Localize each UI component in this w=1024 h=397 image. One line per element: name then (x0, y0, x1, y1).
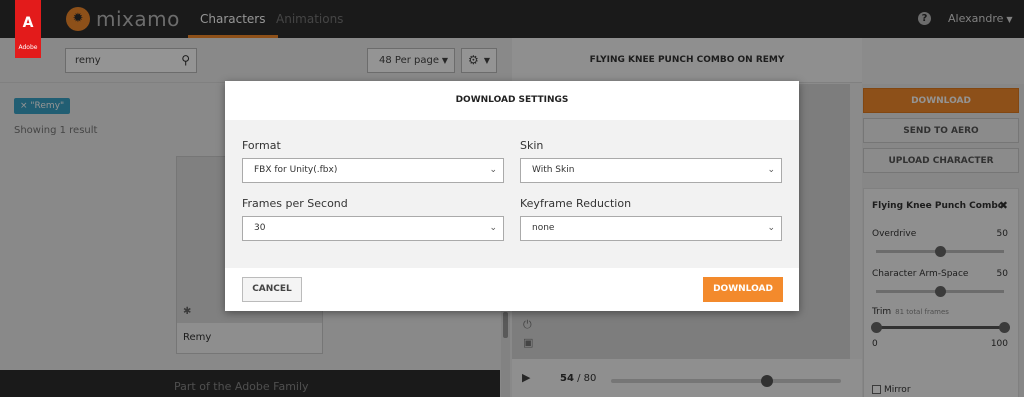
chevron-down-icon: ⌄ (767, 223, 775, 233)
adobe-logo[interactable]: A Adobe (15, 0, 41, 58)
format-label: Format (242, 139, 281, 152)
fps-value: 30 (254, 223, 266, 233)
chevron-down-icon: ⌄ (489, 165, 497, 175)
skin-value: With Skin (532, 165, 575, 175)
format-value: FBX for Unity(.fbx) (254, 165, 338, 175)
format-select[interactable]: FBX for Unity(.fbx) ⌄ (242, 158, 504, 183)
fps-select[interactable]: 30 ⌄ (242, 216, 504, 241)
download-confirm-button[interactable]: DOWNLOAD (703, 277, 783, 302)
adobe-a-icon: A (22, 15, 34, 31)
cancel-button[interactable]: CANCEL (242, 277, 302, 302)
fps-label: Frames per Second (242, 197, 348, 210)
dialog-body: Format FBX for Unity(.fbx) ⌄ Skin With S… (225, 120, 799, 268)
dialog-footer: CANCEL DOWNLOAD (225, 268, 799, 311)
download-settings-dialog: DOWNLOAD SETTINGS Format FBX for Unity(.… (225, 81, 799, 311)
keyframe-select[interactable]: none ⌄ (520, 216, 782, 241)
modal-overlay[interactable]: DOWNLOAD SETTINGS Format FBX for Unity(.… (0, 0, 1024, 397)
adobe-label: Adobe (18, 44, 38, 51)
keyframe-value: none (532, 223, 555, 233)
dialog-title: DOWNLOAD SETTINGS (455, 95, 569, 105)
skin-label: Skin (520, 139, 544, 152)
chevron-down-icon: ⌄ (767, 165, 775, 175)
chevron-down-icon: ⌄ (489, 223, 497, 233)
skin-select[interactable]: With Skin ⌄ (520, 158, 782, 183)
keyframe-label: Keyframe Reduction (520, 197, 632, 210)
